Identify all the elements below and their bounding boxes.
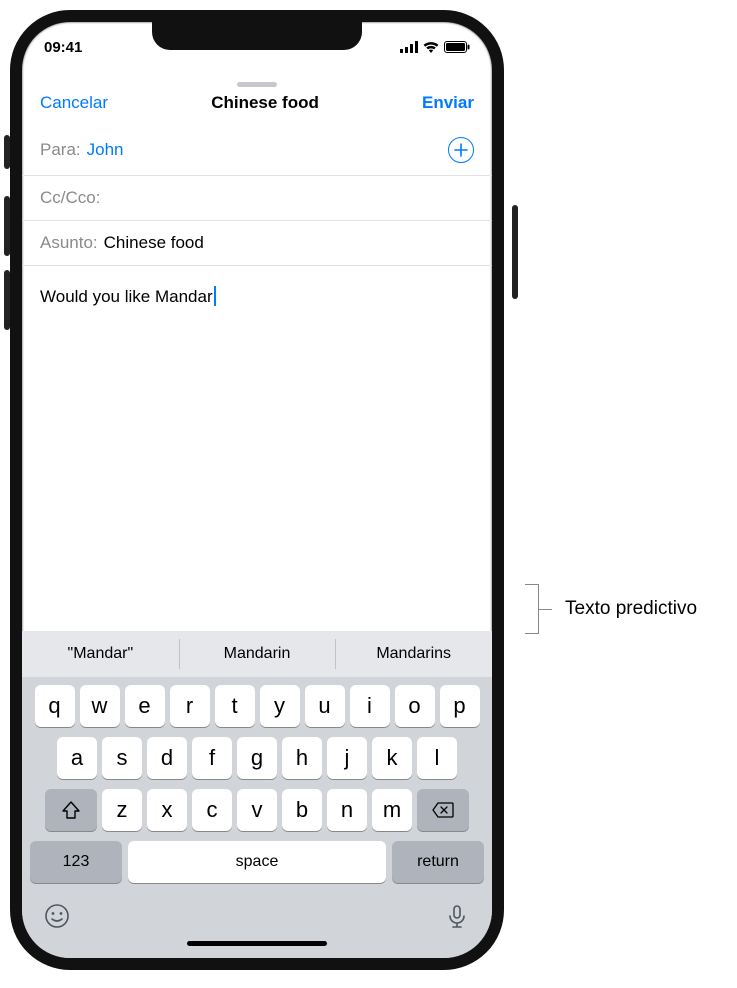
callout-bracket — [525, 584, 539, 634]
key-t[interactable]: t — [215, 685, 255, 727]
status-time: 09:41 — [44, 39, 82, 56]
keyboard-row-1: q w e r t y u i o p — [26, 685, 488, 727]
keyboard-rows: q w e r t y u i o p a s d f g h j k l — [22, 677, 492, 897]
key-g[interactable]: g — [237, 737, 277, 779]
key-u[interactable]: u — [305, 685, 345, 727]
backspace-icon — [432, 802, 454, 818]
cc-label: Cc/Cco: — [40, 188, 100, 208]
return-key[interactable]: return — [392, 841, 484, 883]
keyboard-row-2: a s d f g h j k l — [26, 737, 488, 779]
status-indicators — [400, 41, 470, 53]
keyboard-row-4: 123 space return — [26, 841, 488, 883]
key-e[interactable]: e — [125, 685, 165, 727]
key-s[interactable]: s — [102, 737, 142, 779]
emoji-icon[interactable] — [44, 903, 70, 929]
message-body[interactable]: Would you like Mandar — [22, 266, 492, 327]
numbers-key[interactable]: 123 — [30, 841, 122, 883]
notch — [152, 22, 362, 50]
key-j[interactable]: j — [327, 737, 367, 779]
shift-key[interactable] — [45, 789, 97, 831]
sheet-handle[interactable] — [237, 82, 277, 87]
key-r[interactable]: r — [170, 685, 210, 727]
compose-header: Cancelar Chinese food Enviar — [22, 93, 492, 125]
key-f[interactable]: f — [192, 737, 232, 779]
key-x[interactable]: x — [147, 789, 187, 831]
key-n[interactable]: n — [327, 789, 367, 831]
subject-label: Asunto: — [40, 233, 98, 253]
subject-field[interactable]: Asunto: Chinese food — [22, 221, 492, 266]
home-indicator[interactable] — [187, 941, 327, 946]
key-p[interactable]: p — [440, 685, 480, 727]
compose-title: Chinese food — [211, 93, 319, 113]
cellular-icon — [400, 41, 418, 53]
mic-icon[interactable] — [444, 903, 470, 929]
callout-label: Texto predictivo — [565, 598, 697, 620]
to-field[interactable]: Para: John — [22, 125, 492, 176]
text-cursor — [214, 286, 216, 306]
side-button[interactable] — [512, 205, 518, 299]
key-z[interactable]: z — [102, 789, 142, 831]
send-button[interactable]: Enviar — [422, 93, 474, 113]
subject-value: Chinese food — [104, 233, 204, 253]
shift-icon — [61, 800, 81, 820]
predictive-suggestion[interactable]: Mandarins — [335, 631, 492, 677]
body-text: Would you like Mandar — [40, 287, 213, 306]
callout: Texto predictivo — [525, 584, 697, 634]
key-d[interactable]: d — [147, 737, 187, 779]
add-contact-button[interactable] — [448, 137, 474, 163]
keyboard-row-3: z x c v b n m — [26, 789, 488, 831]
key-c[interactable]: c — [192, 789, 232, 831]
backspace-key[interactable] — [417, 789, 469, 831]
key-l[interactable]: l — [417, 737, 457, 779]
keyboard-bottom-bar — [22, 897, 492, 929]
cancel-button[interactable]: Cancelar — [40, 93, 108, 113]
space-key[interactable]: space — [128, 841, 386, 883]
key-i[interactable]: i — [350, 685, 390, 727]
key-a[interactable]: a — [57, 737, 97, 779]
key-w[interactable]: w — [80, 685, 120, 727]
to-label: Para: — [40, 140, 81, 160]
predictive-bar: "Mandar" Mandarin Mandarins — [22, 631, 492, 677]
plus-icon — [454, 143, 468, 157]
battery-icon — [444, 41, 470, 53]
phone-frame: 09:41 Cancelar Chinese food Enviar Para:… — [10, 10, 504, 970]
predictive-suggestion[interactable]: "Mandar" — [22, 631, 179, 677]
key-k[interactable]: k — [372, 737, 412, 779]
key-h[interactable]: h — [282, 737, 322, 779]
key-b[interactable]: b — [282, 789, 322, 831]
key-m[interactable]: m — [372, 789, 412, 831]
keyboard: "Mandar" Mandarin Mandarins q w e r t y … — [22, 631, 492, 958]
key-o[interactable]: o — [395, 685, 435, 727]
cc-field[interactable]: Cc/Cco: — [22, 176, 492, 221]
to-recipient[interactable]: John — [87, 140, 124, 160]
key-q[interactable]: q — [35, 685, 75, 727]
wifi-icon — [423, 41, 439, 53]
key-y[interactable]: y — [260, 685, 300, 727]
key-v[interactable]: v — [237, 789, 277, 831]
predictive-suggestion[interactable]: Mandarin — [179, 631, 336, 677]
